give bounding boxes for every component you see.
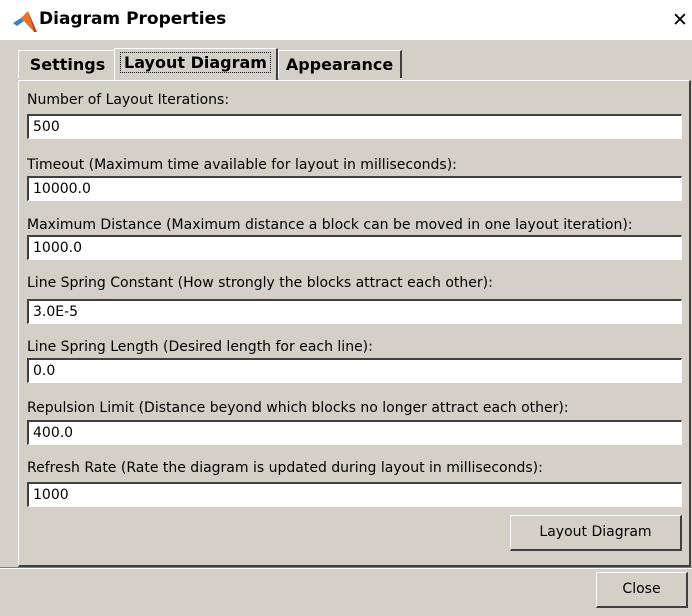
refresh-rate-label: Refresh Rate (Rate the diagram is update… bbox=[27, 460, 543, 476]
tab-label: Layout Diagram bbox=[120, 52, 271, 73]
spring-constant-label: Line Spring Constant (How strongly the b… bbox=[27, 275, 493, 291]
timeout-input[interactable] bbox=[27, 176, 682, 201]
iterations-label: Number of Layout Iterations: bbox=[27, 92, 230, 108]
spring-length-input[interactable] bbox=[27, 358, 682, 383]
matlab-logo-icon bbox=[13, 11, 37, 32]
timeout-label: Timeout (Maximum time available for layo… bbox=[27, 157, 457, 173]
repulsion-limit-input[interactable] bbox=[27, 420, 682, 445]
tab-label: Settings bbox=[29, 55, 106, 74]
layout-diagram-button[interactable]: Layout Diagram bbox=[510, 515, 682, 551]
tab-label: Appearance bbox=[285, 55, 394, 74]
max-distance-input[interactable] bbox=[27, 235, 682, 260]
tab-layout-diagram[interactable]: Layout Diagram bbox=[114, 48, 278, 80]
max-distance-label: Maximum Distance (Maximum distance a blo… bbox=[27, 217, 633, 233]
separator bbox=[0, 567, 692, 569]
repulsion-limit-label: Repulsion Limit (Distance beyond which b… bbox=[27, 400, 569, 416]
tab-appearance[interactable]: Appearance bbox=[278, 50, 402, 78]
spring-constant-input[interactable] bbox=[27, 299, 682, 324]
spring-length-label: Line Spring Length (Desired length for e… bbox=[27, 339, 373, 355]
refresh-rate-input[interactable] bbox=[27, 482, 682, 507]
window-title: Diagram Properties bbox=[39, 9, 227, 29]
tab-settings[interactable]: Settings bbox=[18, 50, 118, 78]
iterations-input[interactable] bbox=[27, 114, 682, 139]
close-button[interactable]: Close bbox=[596, 572, 688, 608]
title-bar: Diagram Properties ✕ bbox=[0, 0, 692, 40]
diagram-properties-dialog: Diagram Properties ✕ Settings Layout Dia… bbox=[0, 0, 692, 616]
close-icon[interactable]: ✕ bbox=[669, 8, 691, 32]
